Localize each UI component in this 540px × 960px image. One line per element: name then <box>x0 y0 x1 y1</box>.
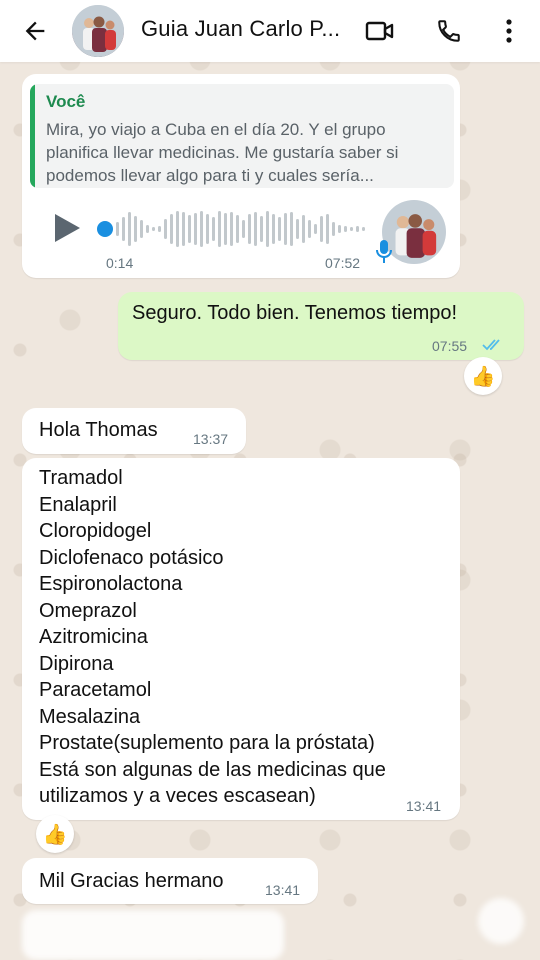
message-line: Diclofenaco potásico <box>39 546 224 569</box>
message-line: Está son algunas de las medicinas que <box>39 758 386 781</box>
waveform-bar <box>344 226 347 232</box>
quote-author: Você <box>46 92 86 111</box>
back-arrow-icon[interactable] <box>18 14 52 48</box>
waveform-bar <box>170 214 173 244</box>
voice-elapsed: 0:14 <box>106 255 134 271</box>
waveform-bar <box>278 217 281 241</box>
message-time: 13:41 <box>265 882 301 898</box>
waveform-bar <box>362 227 365 231</box>
play-icon[interactable] <box>52 212 82 249</box>
waveform-bar <box>206 214 209 244</box>
phone-icon[interactable] <box>432 14 466 48</box>
contact-avatar[interactable] <box>72 5 124 57</box>
incoming-message-bubble[interactable]: Tramadol Enalapril Cloropidogel Diclofenaco… <box>22 458 460 820</box>
message-line: Prostate(suplemento para la próstata) <box>39 732 375 754</box>
reaction-thumbs-up[interactable]: 👍 <box>36 815 74 853</box>
waveform-bar <box>272 214 275 244</box>
waveform-bar <box>338 225 341 233</box>
voice-progress-handle[interactable] <box>97 221 113 237</box>
message-line: Dipirona <box>39 652 114 675</box>
waveform-bar <box>242 220 245 238</box>
message-text: Mil Gracias hermano <box>39 870 224 892</box>
waveform-bar <box>248 214 251 244</box>
waveform-bar <box>290 212 293 246</box>
waveform-bar <box>350 227 353 231</box>
waveform-bar <box>116 222 119 236</box>
message-line: Tramadol <box>39 467 123 489</box>
message-text: Tramadol Enalapril Cloropidogel Diclofenaco… <box>39 465 386 810</box>
waveform-bar <box>122 217 125 241</box>
waveform-bar <box>176 211 179 247</box>
waveform-bar <box>326 214 329 244</box>
waveform-bar <box>200 211 203 247</box>
waveform-bar <box>218 211 221 247</box>
contact-name[interactable]: Guia Juan Carlo P... <box>141 16 340 42</box>
message-time: 13:41 <box>406 798 442 814</box>
incoming-message-bubble[interactable]: Hola Thomas 13:37 <box>22 408 246 454</box>
waveform-bar <box>284 213 287 245</box>
waveform-bar <box>194 213 197 245</box>
waveform-bar <box>308 220 311 238</box>
waveform-bar <box>356 226 359 232</box>
message-time: 13:37 <box>193 431 229 447</box>
waveform-bar <box>266 211 269 247</box>
message-line: Cloropidogel <box>39 520 152 542</box>
waveform-bar <box>128 212 131 246</box>
message-line: Omeprazol <box>39 599 137 622</box>
waveform-bar <box>146 225 149 233</box>
incoming-message-bubble[interactable]: Mil Gracias hermano 13:41 <box>22 858 318 904</box>
waveform-bar <box>188 215 191 243</box>
quote-text: Mira, yo viajo a Cuba en el día 20. Y el… <box>46 120 399 185</box>
voice-waveform[interactable] <box>116 207 365 251</box>
waveform-bar <box>320 216 323 242</box>
message-line: Mesalazina <box>39 705 141 728</box>
blurred-message <box>22 910 284 960</box>
outgoing-message-bubble[interactable]: Seguro. Todo bien. Tenemos tiempo! 07:55 <box>118 292 524 360</box>
video-camera-icon[interactable] <box>363 14 397 48</box>
chat-header: Guia Juan Carlo P... <box>0 0 540 62</box>
blurred-button <box>478 898 524 944</box>
quoted-message[interactable]: Você Mira, yo viajo a Cuba en el día 20.… <box>30 84 454 188</box>
waveform-bar <box>302 215 305 243</box>
message-text: Hola Thomas <box>39 419 158 441</box>
message-time: 07:55 <box>432 338 468 354</box>
waveform-bar <box>332 222 335 236</box>
message-line: utilizamos y a veces escasean) <box>39 785 316 807</box>
waveform-bar <box>134 216 137 242</box>
waveform-bar <box>140 220 143 238</box>
waveform-bar <box>182 212 185 246</box>
waveform-bar <box>158 226 161 232</box>
waveform-bar <box>224 213 227 245</box>
waveform-bar <box>254 212 257 246</box>
waveform-bar <box>314 224 317 234</box>
waveform-bar <box>212 217 215 241</box>
waveform-bar <box>236 215 239 243</box>
microphone-icon <box>374 238 394 271</box>
waveform-bar <box>164 219 167 239</box>
waveform-bar <box>230 212 233 246</box>
more-vertical-icon[interactable] <box>492 14 526 48</box>
waveform-bar <box>152 227 155 231</box>
reaction-thumbs-up[interactable]: 👍 <box>464 357 502 395</box>
message-line: Paracetamol <box>39 679 152 701</box>
message-text: Seguro. Todo bien. Tenemos tiempo! <box>132 302 458 324</box>
message-line: Enalapril <box>39 493 117 516</box>
double-check-icon <box>482 338 504 357</box>
waveform-bar <box>296 219 299 239</box>
message-line: Espironolactona <box>39 573 183 595</box>
waveform-bar <box>260 216 263 242</box>
voice-time: 07:52 <box>325 255 361 271</box>
quote-accent-bar <box>30 84 35 188</box>
message-line: Azitromicina <box>39 626 148 648</box>
